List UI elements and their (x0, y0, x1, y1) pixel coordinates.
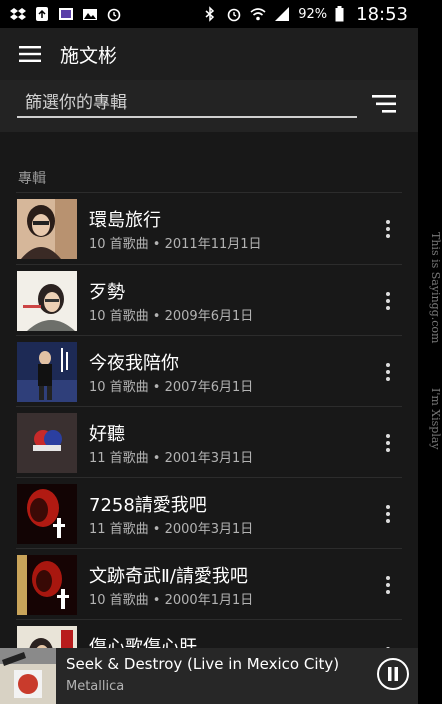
watermark-text: I'm Xisplay (429, 388, 442, 450)
album-filter-input[interactable] (17, 90, 357, 118)
image-icon (59, 8, 73, 20)
album-title: 好聽 (89, 424, 125, 445)
album-row[interactable]: 好聽 11 首歌曲 • 2001年3月1日 (0, 407, 418, 478)
album-title: 環島旅行 (89, 210, 161, 231)
more-options-button[interactable] (378, 213, 398, 245)
album-title: 傷心歌傷心肝 (89, 637, 197, 648)
alarm-icon (227, 8, 241, 22)
filter-bar (0, 80, 418, 132)
alarm-icon (107, 8, 121, 22)
album-cover (17, 413, 77, 473)
now-playing-artist: Metallica (66, 679, 125, 694)
dropbox-icon (10, 8, 26, 20)
more-vert-icon (386, 220, 390, 238)
more-vert-icon (386, 505, 390, 523)
album-cover (17, 342, 77, 402)
album-subtitle: 10 首歌曲 • 2007年6月1日 (89, 380, 254, 395)
menu-button[interactable] (0, 28, 60, 80)
now-playing-bar[interactable]: Seek & Destroy (Live in Mexico City) Met… (0, 648, 418, 704)
album-row[interactable]: 7258請愛我吧 11 首歌曲 • 2000年3月1日 (0, 478, 418, 549)
pause-button[interactable] (377, 658, 409, 690)
app-toolbar: 施文彬 (0, 28, 418, 80)
more-options-button[interactable] (378, 640, 398, 648)
more-options-button[interactable] (378, 285, 398, 317)
more-vert-icon (386, 434, 390, 452)
pause-icon (388, 667, 398, 681)
album-subtitle: 11 首歌曲 • 2001年3月1日 (89, 451, 254, 466)
hamburger-menu-icon (19, 46, 41, 62)
album-row[interactable]: 環島旅行 10 首歌曲 • 2011年11月1日 (0, 193, 418, 264)
page-title: 施文彬 (60, 44, 118, 67)
album-cover (17, 484, 77, 544)
more-vert-icon (386, 363, 390, 381)
gallery-icon (83, 9, 97, 20)
status-left-icons (10, 6, 122, 22)
status-right-icons: 92% 18:53 (202, 4, 408, 25)
album-subtitle: 10 首歌曲 • 2009年6月1日 (89, 309, 254, 324)
album-title: 文跡奇武Ⅱ/請愛我吧 (89, 566, 248, 587)
wifi-icon (250, 8, 266, 21)
album-cover (17, 271, 77, 331)
sort-icon (372, 95, 396, 113)
more-vert-icon (386, 576, 390, 594)
album-list: 專輯 環島旅行 10 首歌曲 • 2011年11月1日 歹勢 10 首歌曲 • … (0, 132, 418, 648)
album-title: 今夜我陪你 (89, 353, 179, 374)
phone-screen: 92% 18:53 施文彬 專輯 環島旅行 10 首歌曲 • 2011年11月1… (0, 0, 418, 704)
watermark-text: This is Sayingg.com (429, 232, 442, 344)
album-row[interactable]: 今夜我陪你 10 首歌曲 • 2007年6月1日 (0, 336, 418, 407)
more-options-button[interactable] (378, 498, 398, 530)
album-subtitle: 10 首歌曲 • 2011年11月1日 (89, 237, 262, 252)
album-title: 歹勢 (89, 282, 125, 303)
now-playing-title: Seek & Destroy (Live in Mexico City) (66, 655, 340, 673)
album-cover (17, 555, 77, 615)
more-options-button[interactable] (378, 356, 398, 388)
album-row[interactable]: 歹勢 10 首歌曲 • 2009年6月1日 (0, 265, 418, 336)
status-bar: 92% 18:53 (0, 0, 418, 28)
album-row[interactable]: 傷心歌傷心肝 (0, 620, 418, 648)
album-subtitle: 10 首歌曲 • 2000年1月1日 (89, 593, 254, 608)
now-playing-cover (0, 648, 56, 704)
clock: 18:53 (356, 3, 408, 25)
album-title: 7258請愛我吧 (89, 495, 207, 516)
more-options-button[interactable] (378, 569, 398, 601)
recycle-icon (36, 7, 48, 21)
section-header-albums: 專輯 (18, 171, 46, 187)
signal-icon (275, 7, 290, 21)
album-cover (17, 626, 77, 648)
battery-level: 92% (298, 6, 328, 22)
more-options-button[interactable] (378, 427, 398, 459)
sort-button[interactable] (372, 94, 404, 118)
album-subtitle: 11 首歌曲 • 2000年3月1日 (89, 522, 254, 537)
battery-icon (335, 6, 344, 22)
more-vert-icon (386, 292, 390, 310)
album-cover (17, 199, 77, 259)
bluetooth-icon (205, 6, 215, 22)
album-row[interactable]: 文跡奇武Ⅱ/請愛我吧 10 首歌曲 • 2000年1月1日 (0, 549, 418, 620)
